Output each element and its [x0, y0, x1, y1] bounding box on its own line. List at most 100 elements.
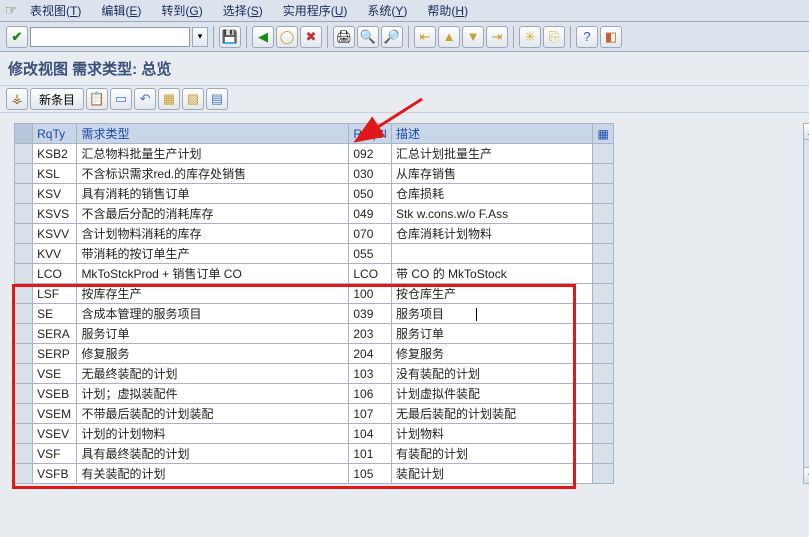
cell-type[interactable]: 不带最后装配的计划装配	[77, 404, 349, 424]
cell-type[interactable]: 含计划物料消耗的库存	[77, 224, 349, 244]
table-row[interactable]: KSVS不含最后分配的消耗库存049Stk w.cons.w/o F.Ass	[15, 204, 614, 224]
row-selector[interactable]	[15, 284, 33, 304]
table-row[interactable]: SERP修复服务204修复服务	[15, 344, 614, 364]
column-rqty[interactable]: RqTy	[33, 124, 77, 144]
cell-reqcl[interactable]: 092	[349, 144, 392, 164]
find-icon[interactable]: 🔍	[357, 26, 379, 48]
cell-rqty[interactable]: VSEV	[33, 424, 77, 444]
scroll-down-icon[interactable]: ▼	[804, 467, 809, 483]
cell-desc[interactable]: 服务项目	[392, 304, 593, 324]
cell-reqcl[interactable]: 039	[349, 304, 392, 324]
row-selector[interactable]	[15, 304, 33, 324]
cell-type[interactable]: MkToStckProd + 销售订单 CO	[77, 264, 349, 284]
last-page-icon[interactable]: ⇥	[486, 26, 508, 48]
system-menu-icon[interactable]: ☞	[2, 2, 20, 19]
table-row[interactable]: VSEM不带最后装配的计划装配107无最后装配的计划装配	[15, 404, 614, 424]
next-page-icon[interactable]: ▼	[462, 26, 484, 48]
menu-item[interactable]: 选择(S)	[213, 0, 273, 21]
cell-type[interactable]: 具有最终装配的计划	[77, 444, 349, 464]
help-icon[interactable]: ?	[576, 26, 598, 48]
cell-reqcl[interactable]: 030	[349, 164, 392, 184]
table-row[interactable]: VSEB计划；虚拟装配件106计划虚拟件装配	[15, 384, 614, 404]
back-icon[interactable]: ◀	[252, 26, 274, 48]
table-row[interactable]: KSVV含计划物料消耗的库存070仓库消耗计划物料	[15, 224, 614, 244]
cell-type[interactable]: 计划的计划物料	[77, 424, 349, 444]
cell-reqcl[interactable]: 103	[349, 364, 392, 384]
shortcut-icon[interactable]: ⎘	[543, 26, 565, 48]
cell-desc[interactable]: 按仓库生产	[392, 284, 593, 304]
cell-reqcl[interactable]: 100	[349, 284, 392, 304]
cell-desc[interactable]: 无最后装配的计划装配	[392, 404, 593, 424]
cell-desc[interactable]: 修复服务	[392, 344, 593, 364]
prev-page-icon[interactable]: ▲	[438, 26, 460, 48]
row-selector[interactable]	[15, 404, 33, 424]
cell-rqty[interactable]: KSL	[33, 164, 77, 184]
cell-type[interactable]: 服务订单	[77, 324, 349, 344]
cell-reqcl[interactable]: 203	[349, 324, 392, 344]
menu-item[interactable]: 转到(G)	[151, 0, 212, 21]
undo-icon[interactable]: ↶	[134, 88, 156, 110]
first-page-icon[interactable]: ⇤	[414, 26, 436, 48]
cell-desc[interactable]: 计划物料	[392, 424, 593, 444]
menu-item[interactable]: 帮助(H)	[417, 0, 478, 21]
command-field[interactable]	[30, 27, 190, 47]
cell-desc[interactable]: 仓库损耗	[392, 184, 593, 204]
print-icon[interactable]: 🖨	[333, 26, 355, 48]
cell-desc[interactable]: 计划虚拟件装配	[392, 384, 593, 404]
cell-reqcl[interactable]: 049	[349, 204, 392, 224]
cell-desc[interactable]	[392, 244, 593, 264]
row-selector[interactable]	[15, 384, 33, 404]
command-dropdown[interactable]: ▾	[192, 27, 208, 47]
findnext-icon[interactable]: 🔎	[381, 26, 403, 48]
cell-rqty[interactable]: LCO	[33, 264, 77, 284]
cell-reqcl[interactable]: 104	[349, 424, 392, 444]
copy-icon[interactable]: 📋	[86, 88, 108, 110]
cell-rqty[interactable]: KSB2	[33, 144, 77, 164]
local-layout-icon[interactable]: ◧	[600, 26, 622, 48]
menu-item[interactable]: 编辑(E)	[91, 0, 151, 21]
cell-reqcl[interactable]: 050	[349, 184, 392, 204]
cell-desc[interactable]: 汇总计划批量生产	[392, 144, 593, 164]
cell-desc[interactable]: 带 CO 的 MkToStock	[392, 264, 593, 284]
cell-rqty[interactable]: SE	[33, 304, 77, 324]
cell-type[interactable]: 具有消耗的销售订单	[77, 184, 349, 204]
cell-type[interactable]: 有关装配的计划	[77, 464, 349, 484]
row-selector[interactable]	[15, 444, 33, 464]
row-selector[interactable]	[15, 244, 33, 264]
new-entries-button[interactable]: 新条目	[30, 88, 84, 110]
cell-rqty[interactable]: LSF	[33, 284, 77, 304]
deselect-all-icon[interactable]: ▧	[182, 88, 204, 110]
table-config-icon[interactable]: ▦	[593, 124, 614, 144]
cell-type[interactable]: 无最终装配的计划	[77, 364, 349, 384]
row-selector[interactable]	[15, 324, 33, 344]
cell-type[interactable]: 不含标识需求red.的库存处销售	[77, 164, 349, 184]
cell-type[interactable]: 按库存生产	[77, 284, 349, 304]
cell-rqty[interactable]: SERP	[33, 344, 77, 364]
cell-rqty[interactable]: SERA	[33, 324, 77, 344]
table-row[interactable]: VSE无最终装配的计划103没有装配的计划	[15, 364, 614, 384]
delete-icon[interactable]: ▭	[110, 88, 132, 110]
row-selector[interactable]	[15, 264, 33, 284]
cell-reqcl[interactable]: 101	[349, 444, 392, 464]
save-icon[interactable]: 💾	[219, 26, 241, 48]
cell-desc[interactable]: Stk w.cons.w/o F.Ass	[392, 204, 593, 224]
cell-type[interactable]: 修复服务	[77, 344, 349, 364]
cell-reqcl[interactable]: 070	[349, 224, 392, 244]
cell-rqty[interactable]: VSEM	[33, 404, 77, 424]
table-row[interactable]: LSF按库存生产100按仓库生产	[15, 284, 614, 304]
cancel-icon[interactable]: ✖	[300, 26, 322, 48]
table-row[interactable]: KSL不含标识需求red.的库存处销售030从库存销售	[15, 164, 614, 184]
cell-type[interactable]: 计划；虚拟装配件	[77, 384, 349, 404]
menu-item[interactable]: 实用程序(U)	[273, 0, 358, 21]
enter-button[interactable]: ✔	[6, 26, 28, 48]
row-selector[interactable]	[15, 184, 33, 204]
table-row[interactable]: LCOMkToStckProd + 销售订单 COLCO带 CO 的 MkToS…	[15, 264, 614, 284]
cell-desc[interactable]: 服务订单	[392, 324, 593, 344]
row-selector[interactable]	[15, 204, 33, 224]
cell-type[interactable]: 含成本管理的服务项目	[77, 304, 349, 324]
cell-type[interactable]: 带消耗的按订单生产	[77, 244, 349, 264]
cell-rqty[interactable]: KSVS	[33, 204, 77, 224]
cell-reqcl[interactable]: LCO	[349, 264, 392, 284]
table-row[interactable]: KSV具有消耗的销售订单050仓库损耗	[15, 184, 614, 204]
menu-item[interactable]: 系统(Y)	[357, 0, 417, 21]
